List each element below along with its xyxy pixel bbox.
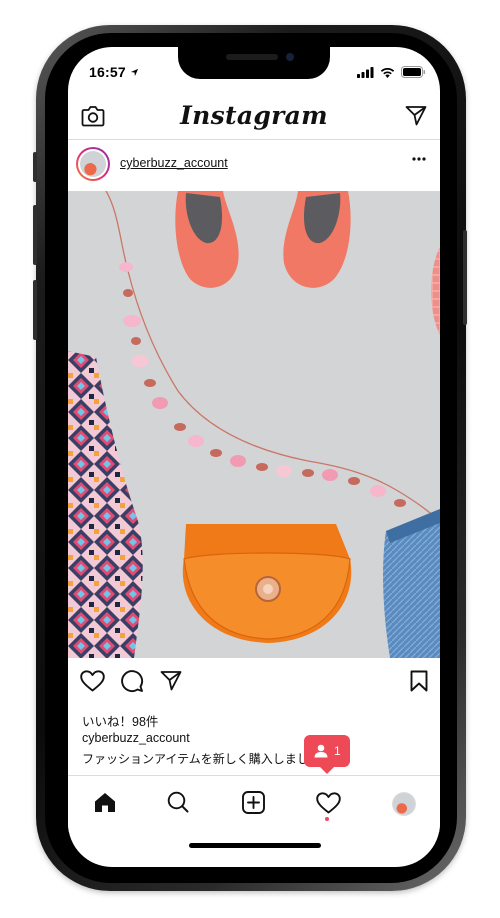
bookmark-icon[interactable] — [410, 670, 428, 692]
post-header: cyberbuzz_account — [68, 139, 440, 191]
instagram-logo: Instagram — [180, 101, 328, 130]
activity-unread-dot — [325, 817, 329, 821]
avatar-ring-gap — [78, 149, 108, 179]
orange-bag — [182, 524, 352, 643]
shoes — [175, 191, 351, 288]
silent-switch — [33, 152, 37, 182]
post-username[interactable]: cyberbuzz_account — [120, 156, 228, 170]
status-indicators — [357, 66, 426, 78]
bottom-navigation — [68, 775, 440, 832]
home-indicator[interactable] — [189, 843, 321, 848]
activity-heart-icon[interactable] — [316, 792, 341, 814]
avatar-image — [80, 151, 106, 177]
status-time: 16:57 — [89, 64, 126, 80]
likes-count[interactable]: いいね！98件 — [82, 711, 158, 730]
volume-up-button — [33, 205, 37, 265]
more-options-icon[interactable] — [412, 157, 426, 161]
post-photo[interactable] — [68, 191, 440, 658]
post-actions — [68, 658, 440, 706]
notification-count: 1 — [334, 744, 341, 758]
front-camera — [286, 53, 294, 61]
add-post-icon[interactable] — [242, 791, 265, 814]
volume-down-button — [33, 280, 37, 340]
person-icon — [314, 744, 328, 758]
post-avatar[interactable] — [76, 147, 110, 181]
wifi-icon — [380, 67, 395, 78]
power-button — [463, 230, 467, 325]
home-icon[interactable] — [94, 792, 116, 813]
follower-notification-badge[interactable]: 1 — [304, 735, 350, 774]
app-header: Instagram — [68, 91, 440, 140]
caption-text: ファッションアイテムを新しく購入しまし — [82, 752, 309, 766]
comment-icon[interactable] — [120, 669, 144, 693]
location-arrow-icon — [130, 68, 139, 77]
caption-username[interactable]: cyberbuzz_account — [82, 731, 190, 745]
notch — [178, 47, 330, 79]
cellular-signal-icon — [357, 66, 374, 78]
necklace-beads — [119, 262, 406, 507]
search-icon[interactable] — [167, 791, 189, 813]
profile-avatar[interactable] — [392, 792, 416, 816]
phone-screen: 16:57 Instagram cyberbuzz_account いいね！98… — [68, 47, 440, 867]
direct-message-icon[interactable] — [405, 105, 427, 126]
fashion-flatlay-image — [68, 191, 440, 658]
heart-icon[interactable] — [80, 670, 105, 692]
battery-icon — [401, 66, 426, 78]
earpiece-speaker — [226, 54, 278, 60]
share-icon[interactable] — [160, 670, 182, 691]
